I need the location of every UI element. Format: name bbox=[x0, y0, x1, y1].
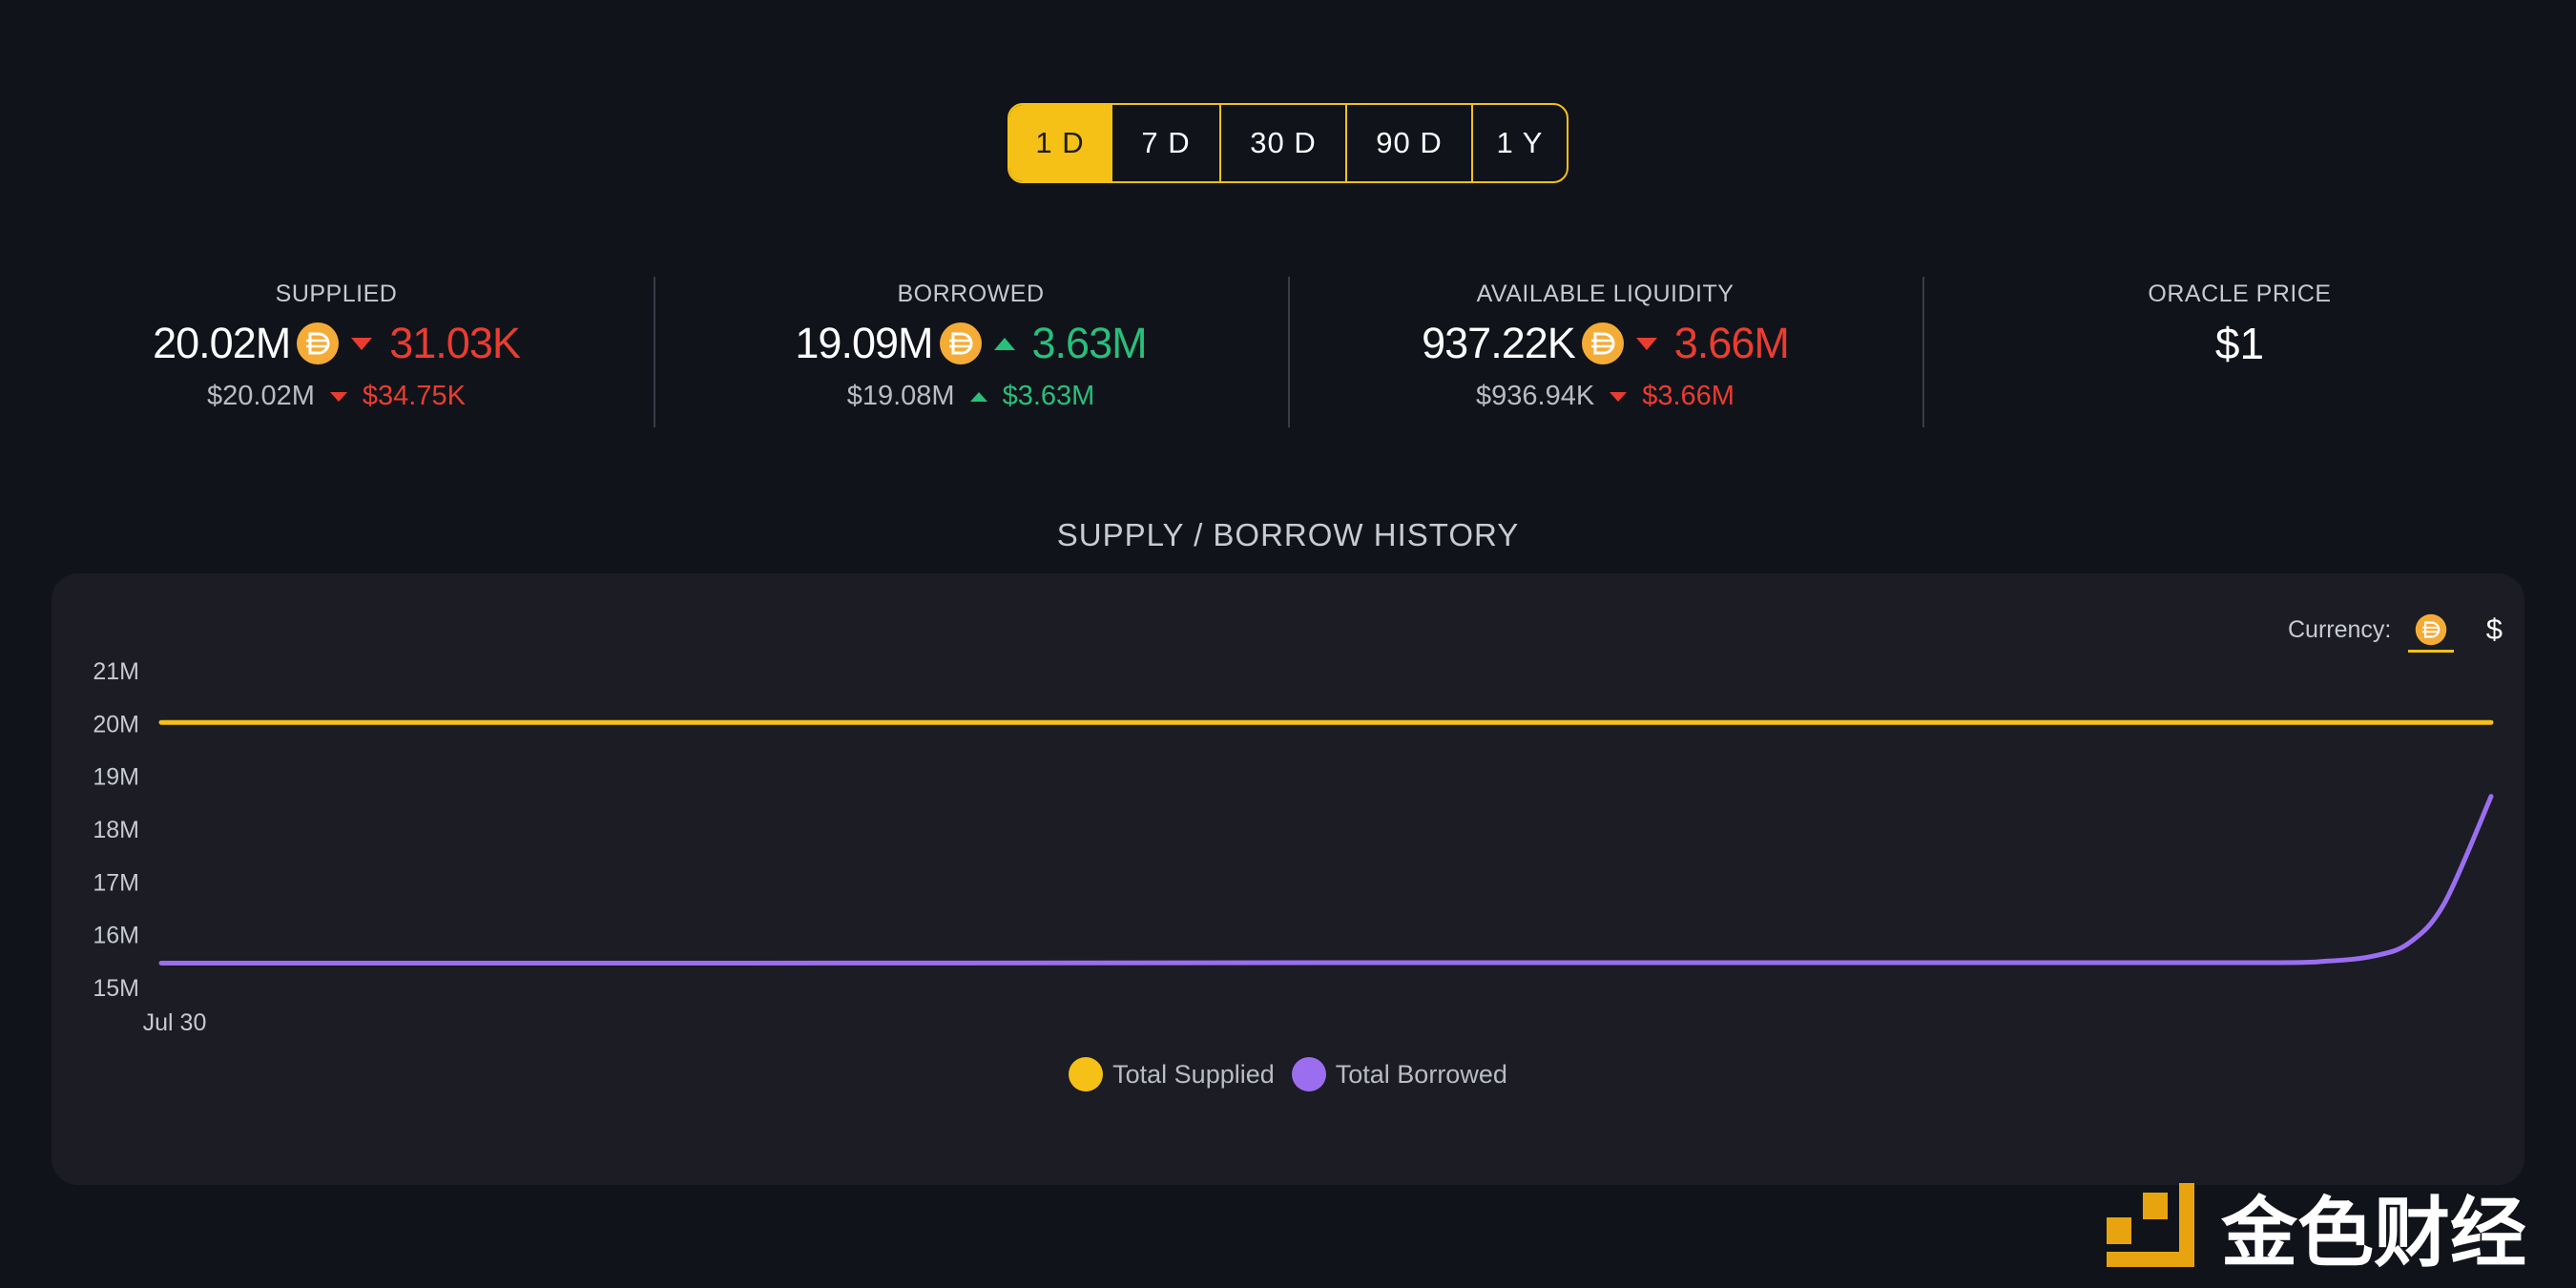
dai-icon bbox=[939, 322, 982, 364]
arrow-down-icon bbox=[1635, 337, 1657, 350]
watermark-text: 金色财经 bbox=[2220, 1189, 2526, 1277]
stat-value: 19.09M bbox=[795, 319, 933, 367]
dashboard: 1 D 7 D 30 D 90 D 1 Y SUPPLIED 20.02M 31… bbox=[0, 0, 2576, 1288]
stat-liquidity: AVAILABLE LIQUIDITY 937.22K 3.66M $936.9… bbox=[1288, 275, 1922, 429]
stat-label: BORROWED bbox=[897, 280, 1045, 307]
y-tick-label: 17M bbox=[93, 869, 139, 896]
stat-sub: $20.02M $34.75K bbox=[19, 381, 654, 412]
period-1y[interactable]: 1 Y bbox=[1471, 105, 1567, 181]
y-tick-label: 20M bbox=[93, 711, 139, 737]
legend-item-supplied[interactable]: Total Supplied bbox=[1069, 1057, 1275, 1091]
legend-dot bbox=[1069, 1057, 1104, 1091]
stat-usd-delta: $3.63M bbox=[1002, 381, 1095, 411]
stat-usd: $20.02M bbox=[207, 381, 315, 411]
stat-sub: $19.08M $3.63M bbox=[654, 381, 1288, 412]
chart-legend: Total Supplied Total Borrowed bbox=[0, 1057, 2576, 1091]
stat-usd: $19.08M bbox=[846, 381, 955, 411]
stat-sub: $936.94K $3.66M bbox=[1288, 381, 1922, 412]
line-chart: 21M 20M 19M 18M 17M 16M 15MJul 30 bbox=[93, 658, 2494, 1036]
stat-value: 20.02M bbox=[153, 319, 291, 367]
period-30d[interactable]: 30 D bbox=[1219, 105, 1345, 181]
period-selector: 1 D 7 D 30 D 90 D 1 Y bbox=[1008, 103, 1568, 183]
stat-delta: 3.63M bbox=[1031, 319, 1148, 367]
chart-title: SUPPLY / BORROW HISTORY bbox=[1056, 517, 1520, 552]
stat-label: ORACLE PRICE bbox=[2148, 280, 2332, 307]
legend-label: Total Supplied bbox=[1112, 1059, 1275, 1089]
stat-usd-delta: $3.66M bbox=[1642, 381, 1735, 411]
stat-label: SUPPLIED bbox=[275, 280, 398, 307]
stat-value: $1 bbox=[2214, 319, 2265, 368]
y-tick-label: 21M bbox=[93, 658, 139, 685]
y-tick-label: 18M bbox=[93, 817, 139, 843]
stat-usd-delta: $34.75K bbox=[362, 381, 466, 411]
dai-icon bbox=[1581, 322, 1624, 364]
stats-row: SUPPLIED 20.02M 31.03K $20.02M $34.75K B… bbox=[19, 275, 2557, 429]
arrow-down-icon bbox=[1610, 391, 1628, 402]
period-7d[interactable]: 7 D bbox=[1111, 105, 1219, 181]
stat-oracle: ORACLE PRICE $1 bbox=[1922, 275, 2557, 429]
y-tick-label: 19M bbox=[93, 764, 139, 791]
legend-label: Total Borrowed bbox=[1335, 1059, 1507, 1089]
stat-delta: 3.66M bbox=[1673, 319, 1790, 367]
series-line-total-borrowed bbox=[158, 794, 2494, 966]
legend-item-borrowed[interactable]: Total Borrowed bbox=[1291, 1057, 1507, 1091]
stat-supplied: SUPPLIED 20.02M 31.03K $20.02M $34.75K bbox=[19, 275, 654, 429]
stat-borrowed: BORROWED 19.09M 3.63M $19.08M $3.63M bbox=[654, 275, 1288, 429]
period-90d[interactable]: 90 D bbox=[1345, 105, 1471, 181]
stat-main: 19.09M 3.63M bbox=[654, 316, 1288, 371]
stat-delta: 31.03K bbox=[389, 319, 521, 367]
legend-dot bbox=[1291, 1057, 1326, 1091]
stat-main: 937.22K 3.66M bbox=[1288, 316, 1922, 371]
arrow-up-icon bbox=[969, 391, 987, 402]
period-1d[interactable]: 1 D bbox=[1009, 105, 1111, 181]
dai-icon bbox=[297, 322, 340, 364]
arrow-down-icon bbox=[329, 391, 347, 402]
y-tick-label: 15M bbox=[93, 975, 139, 1002]
arrow-down-icon bbox=[351, 337, 373, 350]
x-tick-label: Jul 30 bbox=[143, 1009, 207, 1036]
stat-main: 20.02M 31.03K bbox=[19, 316, 654, 371]
arrow-up-icon bbox=[993, 337, 1015, 350]
stat-label: AVAILABLE LIQUIDITY bbox=[1476, 280, 1735, 307]
watermark: 金色财经 bbox=[2107, 1181, 2565, 1278]
y-tick-label: 16M bbox=[93, 923, 139, 949]
watermark-logo: 金色财经 bbox=[2107, 1183, 2526, 1278]
stat-value: 937.22K bbox=[1422, 319, 1576, 367]
stat-usd: $936.94K bbox=[1476, 381, 1595, 411]
